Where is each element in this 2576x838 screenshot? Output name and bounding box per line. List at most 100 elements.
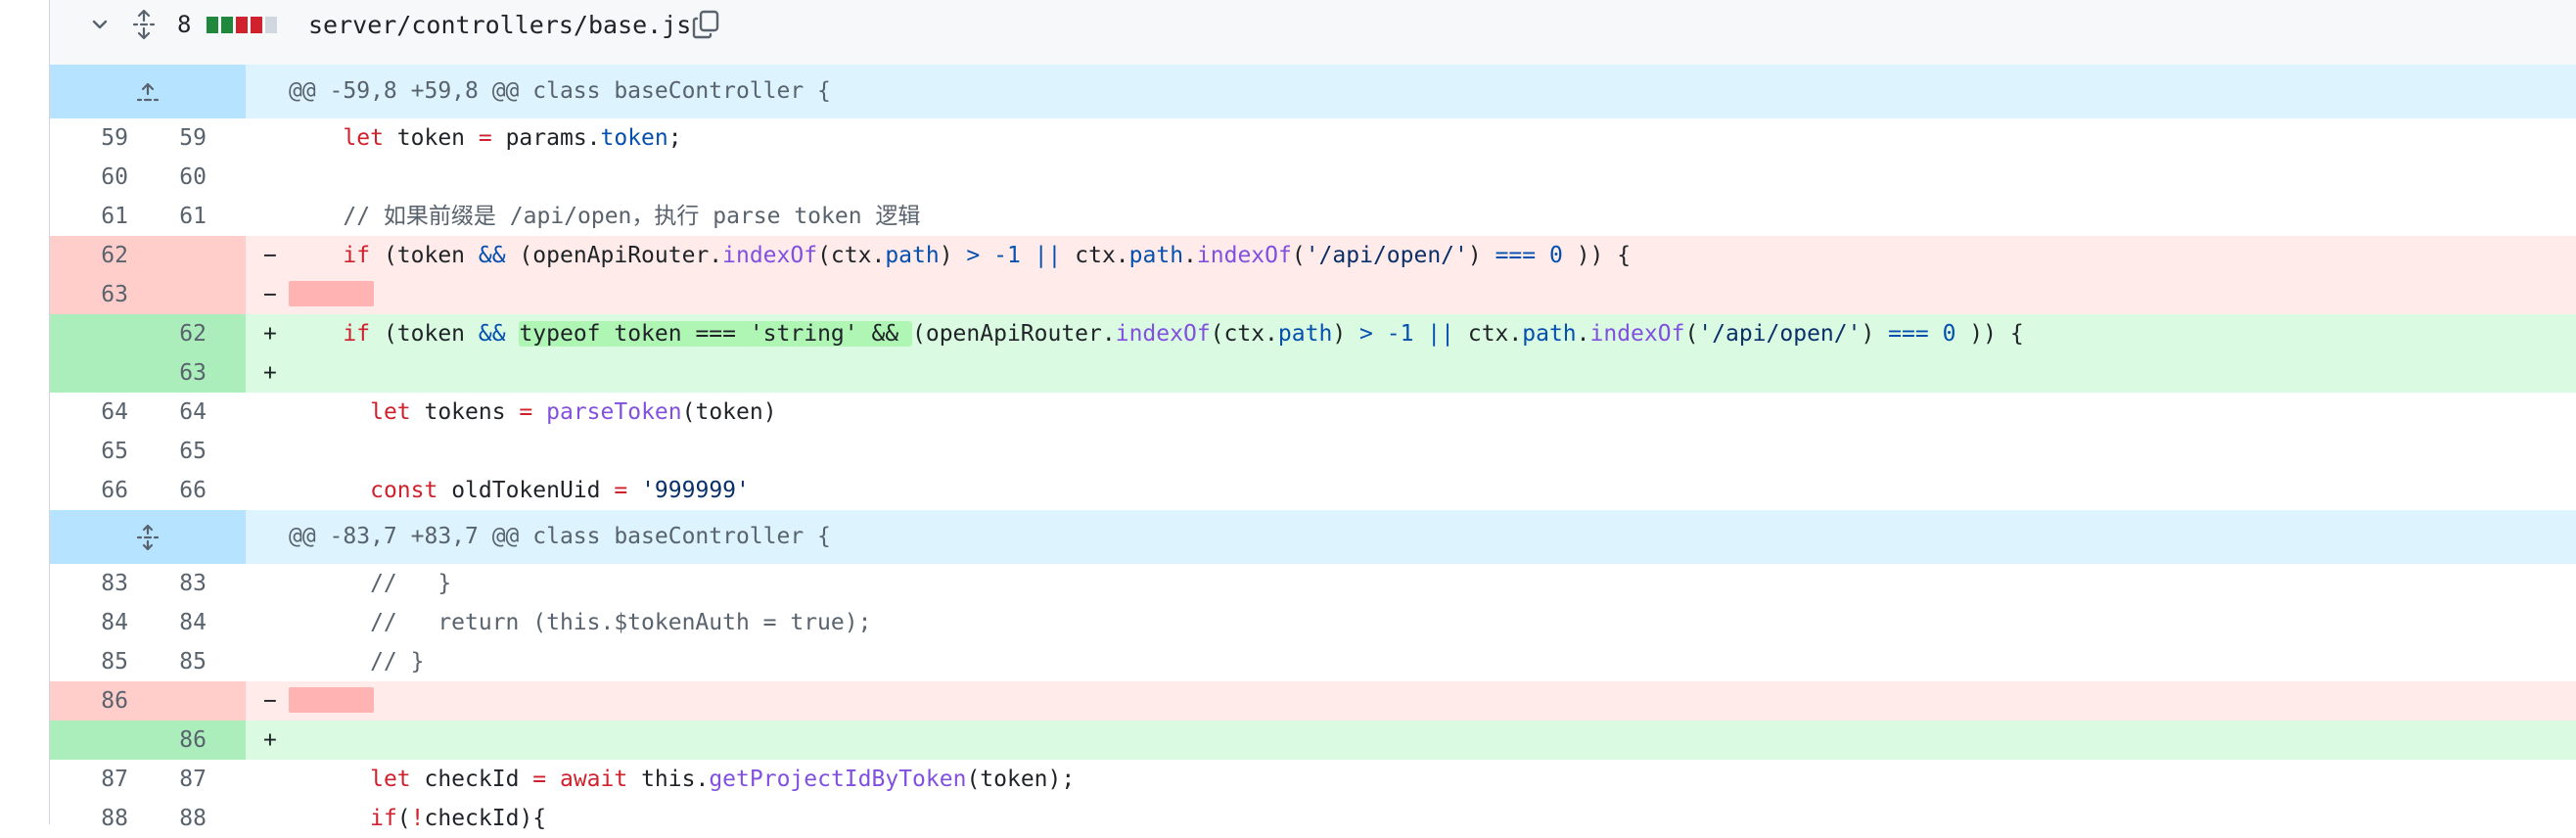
new-line-number[interactable]: 65 — [128, 432, 207, 471]
new-line-number[interactable]: 84 — [128, 603, 207, 642]
old-line-number[interactable]: 86 — [50, 681, 128, 721]
diffstat — [207, 0, 277, 49]
code-token: (ctx. — [1210, 321, 1278, 347]
hunk-header: @@ -83,7 +83,7 @@ class baseController { — [50, 510, 2576, 564]
code-token: (token); — [966, 767, 1076, 792]
old-line-number[interactable]: 66 — [50, 471, 128, 510]
context-line: 60 60 — [50, 158, 2576, 197]
new-line-number[interactable]: 62 — [128, 314, 207, 353]
diffstat-block — [236, 16, 248, 33]
new-line-number[interactable]: 88 — [128, 799, 207, 838]
page-margin — [0, 0, 49, 824]
code-token: (openApiRouter. — [912, 321, 1116, 347]
new-line-number[interactable]: 66 — [128, 471, 207, 510]
code-token: (token — [370, 321, 479, 347]
old-line-number[interactable]: 88 — [50, 799, 128, 838]
code-token: '/api/open/' — [1305, 243, 1468, 268]
hunk-header: @@ -59,8 +59,8 @@ class baseController { — [50, 65, 2576, 118]
diffstat-block — [251, 16, 262, 33]
expand-all-button[interactable] — [128, 0, 160, 49]
old-line-number[interactable]: 61 — [50, 197, 128, 236]
new-line-number[interactable]: 85 — [128, 642, 207, 681]
old-line-number[interactable]: 63 — [50, 275, 128, 314]
code-token: token — [383, 125, 479, 151]
code-line: // 如果前缀是 /api/open，执行 parse token 逻辑 — [289, 197, 920, 236]
context-line: 87 87 let checkId = await this.getProject… — [50, 760, 2576, 799]
code-token: (openApiRouter. — [505, 243, 723, 268]
code-token: const — [370, 478, 438, 503]
copy-icon — [692, 10, 719, 39]
code-token: ctx. — [1061, 243, 1129, 268]
new-line-number[interactable]: 61 — [128, 197, 207, 236]
deletion-marker: − — [263, 243, 277, 268]
new-line-number[interactable]: 86 — [128, 721, 207, 760]
removed-whitespace-highlight — [289, 280, 374, 306]
deleted-line: 62− if (token && (openApiRouter.indexOf(… — [50, 236, 2576, 275]
code-token: path — [885, 243, 940, 268]
old-line-number[interactable]: 59 — [50, 118, 128, 158]
code-token: checkId){ — [424, 806, 547, 831]
code-token: (ctx. — [817, 243, 886, 268]
old-line-number[interactable]: 85 — [50, 642, 128, 681]
deletion-marker: − — [263, 282, 277, 307]
old-line-number[interactable]: 65 — [50, 432, 128, 471]
context-line: 59 59 let token = params.token; — [50, 118, 2576, 158]
code-token: ) — [1861, 321, 1889, 347]
code-token: || — [1034, 243, 1062, 268]
code-line: if(!checkId){ — [289, 799, 546, 838]
collapse-file-button[interactable] — [85, 0, 115, 49]
old-line-number[interactable]: 84 — [50, 603, 128, 642]
old-line-number[interactable]: 64 — [50, 393, 128, 432]
context-line: 65 65 — [50, 432, 2576, 471]
context-line: 61 61 // 如果前缀是 /api/open，执行 parse token 逻… — [50, 197, 2576, 236]
expand-lines-button[interactable] — [50, 65, 246, 118]
code-token: = — [478, 125, 492, 151]
file-name[interactable]: server/controllers/base.js — [308, 0, 691, 49]
new-line-number[interactable]: 63 — [128, 353, 207, 393]
old-line-number[interactable]: 83 — [50, 564, 128, 603]
new-line-number[interactable]: 83 — [128, 564, 207, 603]
code-token: )) { — [1562, 243, 1632, 268]
old-line-number[interactable]: 87 — [50, 760, 128, 799]
code-token: indexOf — [1115, 321, 1211, 347]
code-token: indexOf — [1589, 321, 1685, 347]
code-token: ; — [667, 125, 682, 151]
new-line-number[interactable]: 60 — [128, 158, 207, 197]
code-token: = — [614, 478, 628, 503]
code-token: || — [1427, 321, 1454, 347]
new-line-number[interactable]: 59 — [128, 118, 207, 158]
old-line-number[interactable]: 60 — [50, 158, 128, 197]
code-token: path — [1522, 321, 1577, 347]
old-line-number[interactable]: 62 — [50, 236, 128, 275]
expand-lines-button[interactable] — [50, 510, 246, 564]
code-token: path — [1128, 243, 1184, 268]
code-token: this. — [627, 767, 710, 792]
code-line — [289, 275, 374, 314]
code-token: (token — [370, 243, 479, 268]
code-token: 0 — [1548, 243, 1563, 268]
new-line-number[interactable]: 87 — [128, 760, 207, 799]
changes-count: 8 — [177, 11, 192, 38]
copy-path-button[interactable] — [688, 0, 723, 49]
code-token: let — [343, 125, 384, 151]
code-token: indexOf — [722, 243, 818, 268]
context-line: 85 85 // } — [50, 642, 2576, 681]
code-token: indexOf — [1196, 243, 1292, 268]
code-token: parseToken — [546, 399, 682, 425]
diffstat-block — [221, 16, 233, 33]
hunk-header-text: @@ -83,7 +83,7 @@ class baseController { — [289, 524, 831, 549]
code-token: checkId — [410, 767, 533, 792]
new-line-number[interactable]: 64 — [128, 393, 207, 432]
code-token: 0 — [1942, 321, 1956, 347]
